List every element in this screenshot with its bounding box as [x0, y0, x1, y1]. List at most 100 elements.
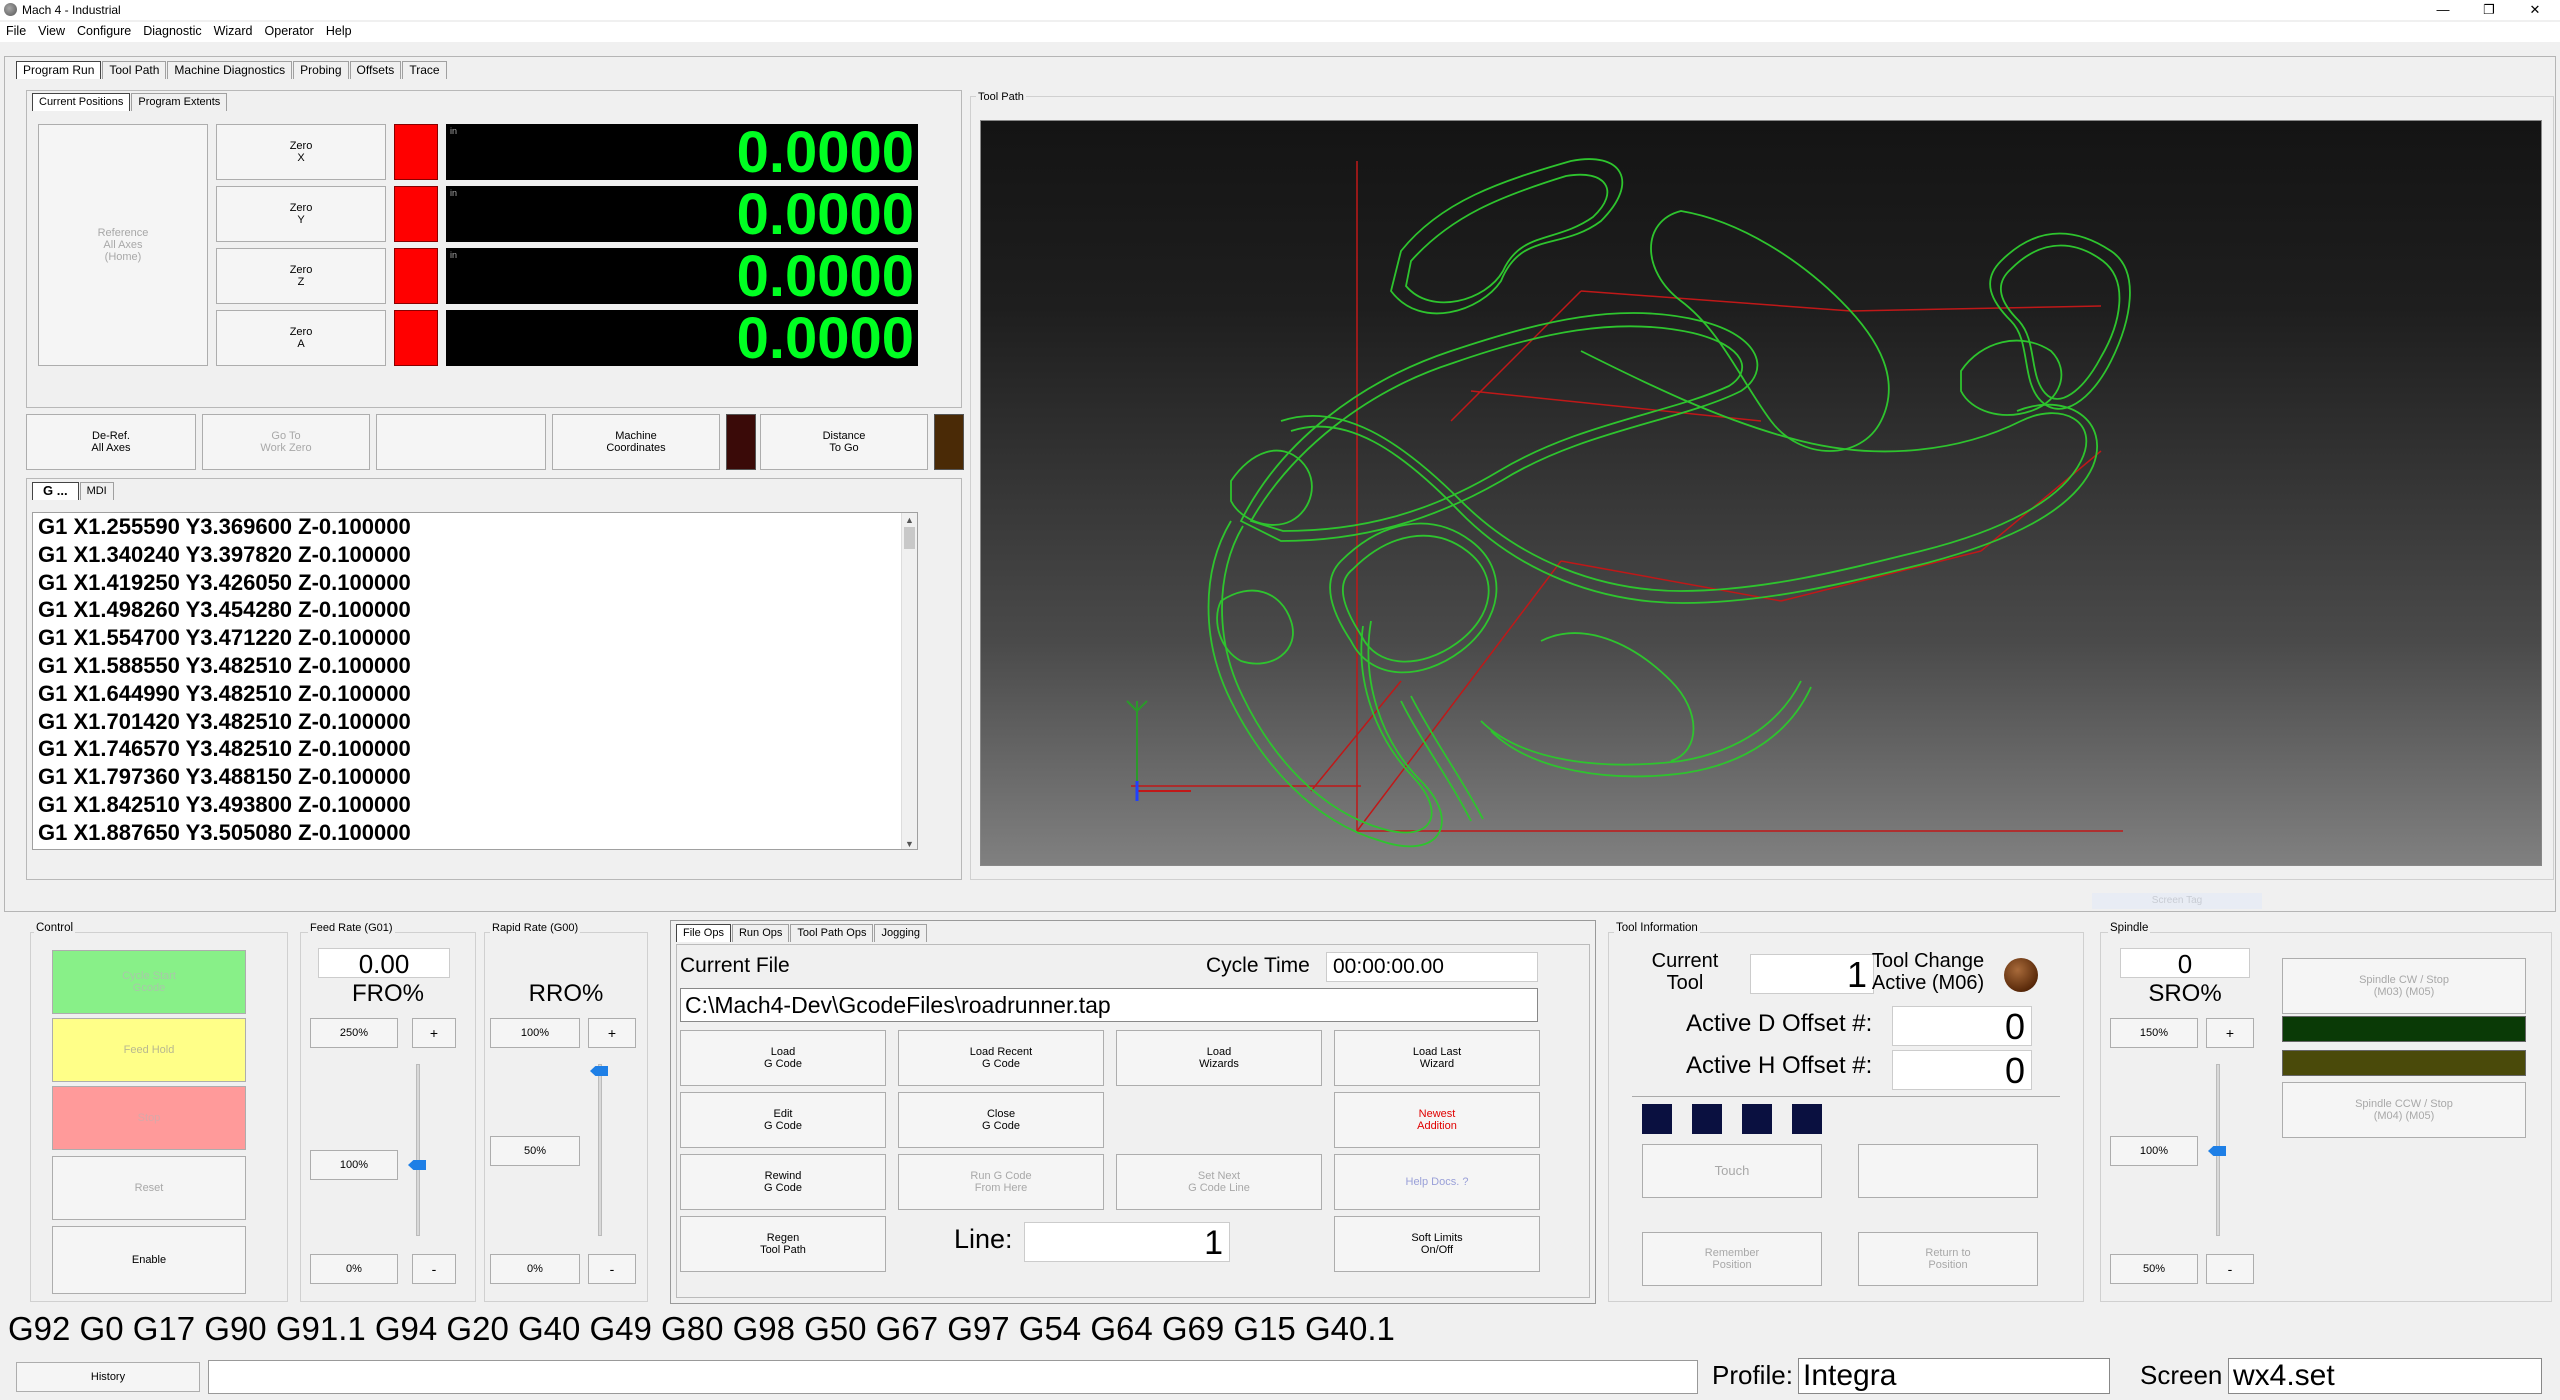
help-docs-button[interactable]: Help Docs. ?: [1334, 1154, 1540, 1210]
fro-min-button[interactable]: 0%: [310, 1254, 398, 1284]
load-gcode-button[interactable]: Load G Code: [680, 1030, 886, 1086]
tab-tool-path[interactable]: Tool Path: [102, 61, 167, 79]
scroll-up-icon[interactable]: ▲: [905, 515, 914, 525]
reference-all-axes-button[interactable]: Reference All Axes (Home): [38, 124, 208, 366]
gcode-line[interactable]: G1 X1.842510 Y3.493800 Z-0.100000: [33, 791, 917, 819]
tab-program-run[interactable]: Program Run: [16, 61, 102, 79]
spindle-speed-value: 0: [2120, 948, 2250, 979]
spindle-ccw-button[interactable]: Spindle CCW / Stop (M04) (M05): [2282, 1082, 2526, 1138]
zero-x-button[interactable]: Zero X: [216, 124, 386, 180]
sro-plus-button[interactable]: +: [2206, 1018, 2254, 1048]
line-number-field[interactable]: 1: [1024, 1222, 1230, 1262]
gcode-line[interactable]: G1 X1.887650 Y3.505080 Z-0.100000: [33, 819, 917, 847]
soft-limits-button[interactable]: Soft Limits On/Off: [1334, 1216, 1540, 1272]
blank-button[interactable]: [376, 414, 546, 470]
load-recent-gcode-button[interactable]: Load Recent G Code: [898, 1030, 1104, 1086]
tab-current-positions[interactable]: Current Positions: [32, 93, 131, 111]
menu-help[interactable]: Help: [320, 22, 358, 40]
gcode-line[interactable]: G1 X1.340240 Y3.397820 Z-0.100000: [33, 541, 917, 569]
rro-slider-track[interactable]: [598, 1064, 602, 1236]
tab-trace[interactable]: Trace: [402, 61, 447, 79]
z-axis-status-indicator: [394, 248, 438, 304]
tab-machine-diagnostics[interactable]: Machine Diagnostics: [167, 61, 293, 79]
history-button[interactable]: History: [16, 1362, 200, 1392]
menu-wizard[interactable]: Wizard: [208, 22, 259, 40]
menu-configure[interactable]: Configure: [71, 22, 137, 40]
menu-view[interactable]: View: [32, 22, 71, 40]
tab-tool-path-ops[interactable]: Tool Path Ops: [790, 924, 874, 942]
tab-jogging[interactable]: Jogging: [874, 924, 928, 942]
feed-hold-button[interactable]: Feed Hold: [52, 1018, 246, 1082]
rro-plus-button[interactable]: +: [588, 1018, 636, 1048]
gcode-line[interactable]: G1 X1.419250 Y3.426050 Z-0.100000: [33, 569, 917, 597]
zero-y-button[interactable]: Zero Y: [216, 186, 386, 242]
zero-a-button[interactable]: Zero A: [216, 310, 386, 366]
tab-mdi[interactable]: MDI: [79, 482, 114, 500]
sro-current-button[interactable]: 100%: [2110, 1136, 2198, 1166]
scroll-down-icon[interactable]: ▼: [905, 839, 914, 849]
gcode-line[interactable]: G1 X1.255590 Y3.369600 Z-0.100000: [33, 513, 917, 541]
close-button[interactable]: ✕: [2512, 0, 2558, 20]
fro-slider-track[interactable]: [416, 1064, 420, 1236]
touch-button[interactable]: Touch: [1642, 1144, 1822, 1198]
current-file-label: Current File: [680, 954, 790, 977]
return-to-position-button[interactable]: Return to Position: [1858, 1232, 2038, 1286]
gcode-line[interactable]: G1 X1.588550 Y3.482510 Z-0.100000: [33, 652, 917, 680]
scroll-thumb[interactable]: [904, 527, 915, 549]
fro-minus-button[interactable]: -: [412, 1254, 456, 1284]
sro-min-button[interactable]: 50%: [2110, 1254, 2198, 1284]
tab-file-ops[interactable]: File Ops: [676, 924, 731, 942]
tab-run-ops[interactable]: Run Ops: [731, 924, 790, 942]
edit-gcode-button[interactable]: Edit G Code: [680, 1092, 886, 1148]
rro-max-button[interactable]: 100%: [490, 1018, 580, 1048]
cycle-start-button[interactable]: Cycle Start Gcode: [52, 950, 246, 1014]
rro-minus-button[interactable]: -: [588, 1254, 636, 1284]
gcode-line[interactable]: G1 X1.644990 Y3.482510 Z-0.100000: [33, 680, 917, 708]
minimize-button[interactable]: —: [2420, 0, 2466, 20]
fro-current-button[interactable]: 100%: [310, 1150, 398, 1180]
deref-all-axes-button[interactable]: De-Ref. All Axes: [26, 414, 196, 470]
tool-info-divider: [1632, 1096, 2060, 1097]
goto-work-zero-button[interactable]: Go To Work Zero: [202, 414, 370, 470]
restore-button[interactable]: ❐: [2466, 0, 2512, 20]
load-wizards-button[interactable]: Load Wizards: [1116, 1030, 1322, 1086]
tool-info-blank-button[interactable]: [1858, 1144, 2038, 1198]
gcode-line[interactable]: G1 X1.701420 Y3.482510 Z-0.100000: [33, 708, 917, 736]
gcode-line[interactable]: G1 X1.554700 Y3.471220 Z-0.100000: [33, 624, 917, 652]
run-from-here-button[interactable]: Run G Code From Here: [898, 1154, 1104, 1210]
rro-mid-button[interactable]: 50%: [490, 1136, 580, 1166]
tab-program-extents[interactable]: Program Extents: [131, 93, 228, 111]
gcode-line[interactable]: G1 X1.797360 Y3.488150 Z-0.100000: [33, 763, 917, 791]
gcode-listing[interactable]: G1 X1.255590 Y3.369600 Z-0.100000 G1 X1.…: [32, 512, 918, 850]
remember-position-button[interactable]: Remember Position: [1642, 1232, 1822, 1286]
tab-offsets[interactable]: Offsets: [349, 61, 402, 79]
menu-file[interactable]: File: [0, 22, 32, 40]
reset-button[interactable]: Reset: [52, 1156, 246, 1220]
rewind-gcode-button[interactable]: Rewind G Code: [680, 1154, 886, 1210]
menu-operator[interactable]: Operator: [259, 22, 320, 40]
zero-z-button[interactable]: Zero Z: [216, 248, 386, 304]
fro-max-button[interactable]: 250%: [310, 1018, 398, 1048]
regen-toolpath-button[interactable]: Regen Tool Path: [680, 1216, 886, 1272]
stop-button[interactable]: Stop: [52, 1086, 246, 1150]
sro-minus-button[interactable]: -: [2206, 1254, 2254, 1284]
gcode-line[interactable]: G1 X1.498260 Y3.454280 Z-0.100000: [33, 596, 917, 624]
menu-diagnostic[interactable]: Diagnostic: [137, 22, 207, 40]
gcode-line[interactable]: G1 X1.746570 Y3.482510 Z-0.100000: [33, 735, 917, 763]
tab-probing[interactable]: Probing: [293, 61, 349, 79]
distance-to-go-button[interactable]: Distance To Go: [760, 414, 928, 470]
enable-button[interactable]: Enable: [52, 1226, 246, 1294]
close-gcode-button[interactable]: Close G Code: [898, 1092, 1104, 1148]
tab-gcode[interactable]: G ...: [32, 482, 79, 500]
rro-min-button[interactable]: 0%: [490, 1254, 580, 1284]
machine-coordinates-button[interactable]: Machine Coordinates: [552, 414, 720, 470]
set-next-line-button[interactable]: Set Next G Code Line: [1116, 1154, 1322, 1210]
fro-plus-button[interactable]: +: [412, 1018, 456, 1048]
load-last-wizard-button[interactable]: Load Last Wizard: [1334, 1030, 1540, 1086]
gcode-scrollbar[interactable]: ▲ ▼: [901, 513, 917, 849]
toolpath-viewport[interactable]: [980, 120, 2542, 866]
newest-addition-button[interactable]: Newest Addition: [1334, 1092, 1540, 1148]
sro-max-button[interactable]: 150%: [2110, 1018, 2198, 1048]
spindle-cw-button[interactable]: Spindle CW / Stop (M03) (M05): [2282, 958, 2526, 1014]
h-offset-label: Active H Offset #:: [1686, 1052, 1873, 1079]
